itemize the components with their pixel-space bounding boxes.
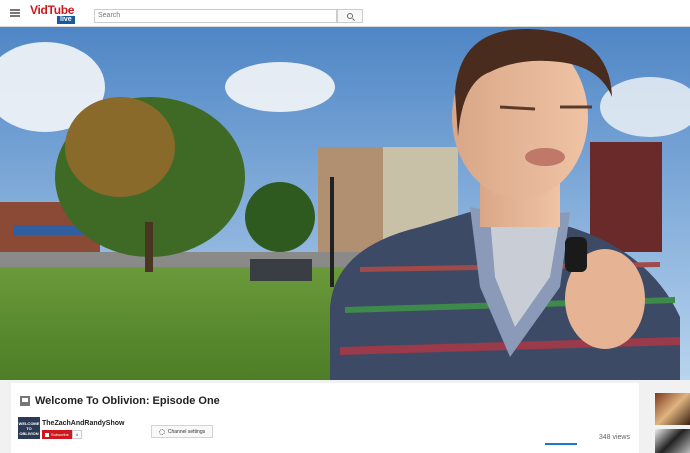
site-logo[interactable]: VidTube live: [30, 3, 75, 24]
video-info-panel: Welcome To Oblivion: Episode One WELCOME…: [11, 383, 639, 453]
menu-icon[interactable]: [10, 9, 20, 17]
channel-avatar[interactable]: WELCOME TO OBLIVION: [18, 417, 40, 439]
channel-settings-label: Channel settings: [167, 428, 206, 435]
video-title: Welcome To Oblivion: Episode One: [35, 395, 220, 407]
subscribe-group: Subscribe 4: [42, 430, 83, 439]
subscribe-label: Subscribe: [51, 432, 69, 437]
video-player[interactable]: [0, 27, 690, 380]
channel-name-link[interactable]: TheZachAndRandyShow: [42, 420, 124, 427]
like-ratio-bar: [545, 443, 577, 445]
related-video-thumbnail[interactable]: [655, 393, 690, 425]
gear-icon: [158, 428, 165, 435]
logo-sub-text: live: [57, 16, 75, 24]
top-bar: VidTube live Search: [0, 0, 690, 27]
channel-settings-button[interactable]: Channel settings: [151, 425, 213, 438]
logo-text: VidTube: [30, 3, 75, 17]
subscribe-button[interactable]: Subscribe: [42, 430, 72, 439]
search-icon: [347, 13, 353, 19]
search-button[interactable]: [337, 9, 363, 23]
video-type-icon: [20, 396, 30, 406]
search-input[interactable]: Search: [94, 9, 337, 23]
video-frame: [0, 27, 690, 380]
related-videos-sidebar: [655, 393, 690, 453]
view-count: 348 views: [598, 434, 630, 441]
subscriber-count: 4: [71, 430, 83, 439]
related-video-thumbnail[interactable]: [655, 429, 690, 453]
play-icon: [45, 432, 49, 437]
